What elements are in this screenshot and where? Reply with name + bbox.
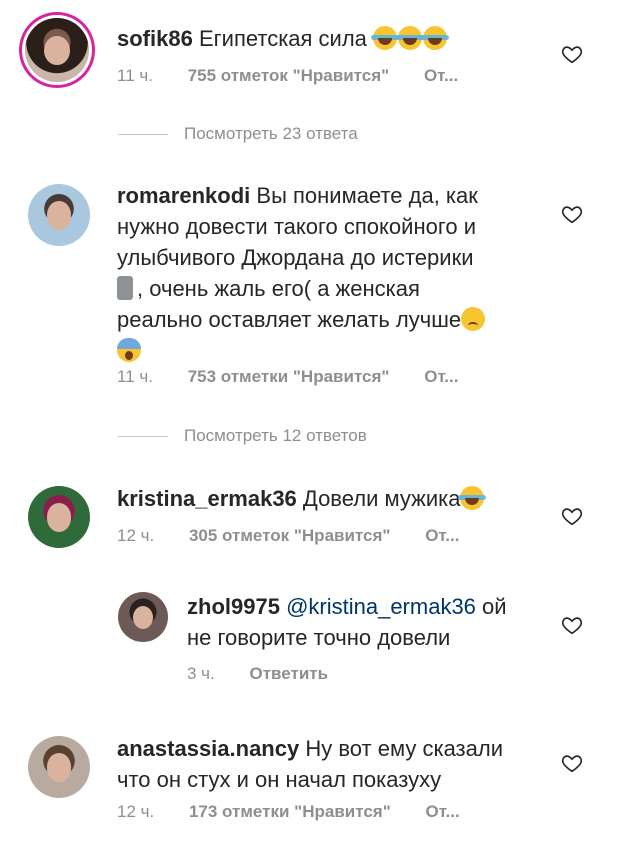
likes-count[interactable]: 753 отметки "Нравится" [188, 367, 390, 386]
comment-text: sofik86 Египетская сила [117, 23, 450, 54]
comment-body: Довели мужика [302, 486, 461, 511]
divider-line [118, 436, 168, 438]
comment-body: Египетская сила [198, 26, 367, 51]
reply-button[interactable]: От... [424, 367, 458, 386]
heart-outline-icon[interactable] [561, 505, 583, 527]
comment-meta: 12 ч. 173 отметки "Нравится" От... [117, 802, 490, 822]
reply-button[interactable]: От... [424, 66, 458, 85]
comment-body-line: что он стух и он начал показуху [117, 767, 442, 792]
comment-body-line: нужно довести такого спокойного и [117, 214, 477, 239]
timestamp: 11 ч. [117, 66, 153, 85]
comment-body-line: не говорите точно довели [187, 625, 451, 650]
comment-text: romarenkodi Вы понимаете да, как нужно д… [117, 180, 547, 366]
reply-button[interactable]: От... [425, 526, 459, 545]
emoji-laugh-icon [396, 26, 425, 50]
likes-count[interactable]: 173 отметки "Нравится" [189, 802, 391, 821]
comment-text: kristina_ermak36 Довели мужика [117, 483, 487, 514]
comment-body-line: ой [482, 594, 507, 619]
reply-button[interactable]: От... [426, 802, 460, 821]
heart-outline-icon[interactable] [561, 614, 583, 636]
username[interactable]: sofik86 [117, 26, 193, 51]
avatar[interactable] [28, 736, 90, 798]
emoji-moai-icon [117, 276, 133, 300]
comment-body-line: , очень жаль его( а женская [137, 276, 420, 301]
comment-meta: 11 ч. 753 отметки "Нравится" От... [117, 367, 488, 387]
comment-body-line: улыбчивого Джордана до истерики [117, 245, 474, 270]
comment-meta: 12 ч. 305 отметок "Нравится" От... [117, 526, 489, 546]
emoji-laugh-icon [371, 26, 400, 50]
view-replies-label[interactable]: Посмотреть 12 ответов [184, 426, 367, 445]
emoji-sad-icon [461, 307, 486, 331]
username[interactable]: zhol9975 [187, 594, 280, 619]
timestamp: 12 ч. [117, 802, 155, 821]
username[interactable]: romarenkodi [117, 183, 250, 208]
avatar[interactable] [28, 184, 90, 246]
comment-body-line: Ну вот ему сказали [305, 736, 504, 761]
emoji-laugh-icon [421, 26, 450, 50]
heart-outline-icon[interactable] [561, 43, 583, 65]
likes-count[interactable]: 305 отметок "Нравится" [189, 526, 391, 545]
timestamp: 12 ч. [117, 526, 155, 545]
heart-outline-icon[interactable] [561, 203, 583, 225]
mention-link[interactable]: @kristina_ermak36 [286, 594, 476, 619]
comment-meta: 11 ч. 755 отметок "Нравится" От... [117, 66, 488, 86]
timestamp: 3 ч. [187, 664, 215, 683]
avatar[interactable] [118, 592, 168, 642]
reply-button[interactable]: Ответить [250, 664, 329, 683]
emoji-laugh-icon [458, 486, 487, 510]
emoji-scream-icon [117, 338, 141, 362]
avatar[interactable] [25, 18, 89, 82]
comment-body-line: реально оставляет желать лучше [117, 307, 462, 332]
view-replies-label[interactable]: Посмотреть 23 ответа [184, 124, 358, 143]
avatar[interactable] [28, 486, 90, 548]
username[interactable]: anastassia.nancy [117, 736, 299, 761]
comment-text: zhol9975 @kristina_ermak36 ой не говорит… [187, 591, 547, 653]
comment-meta: 3 ч. Ответить [187, 664, 358, 684]
comment-text: anastassia.nancy Ну вот ему сказали что … [117, 733, 547, 795]
view-replies-button[interactable]: Посмотреть 23 ответа [118, 124, 358, 144]
comment-body-line: Вы понимаете да, как [256, 183, 478, 208]
likes-count[interactable]: 755 отметок "Нравится" [188, 66, 390, 85]
heart-outline-icon[interactable] [561, 752, 583, 774]
username[interactable]: kristina_ermak36 [117, 486, 297, 511]
timestamp: 11 ч. [117, 367, 153, 386]
divider-line [118, 134, 168, 136]
view-replies-button[interactable]: Посмотреть 12 ответов [118, 426, 367, 446]
